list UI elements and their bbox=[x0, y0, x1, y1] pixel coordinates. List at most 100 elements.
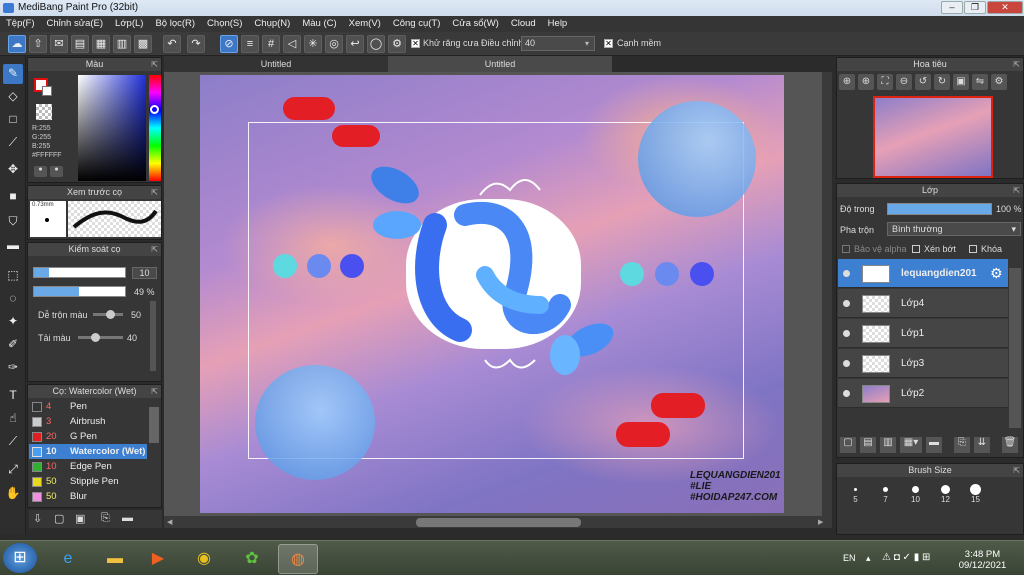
reset-view-icon[interactable]: ▣ bbox=[953, 74, 969, 90]
radial-snap-icon[interactable]: ✳ bbox=[304, 35, 322, 53]
hue-slider[interactable] bbox=[149, 75, 161, 181]
minimize-button[interactable]: – bbox=[941, 1, 963, 14]
fit-icon[interactable]: ⛶ bbox=[877, 74, 893, 90]
layer-row[interactable]: Lớp4 bbox=[838, 289, 1008, 318]
layer-row[interactable]: Lớp2 bbox=[838, 379, 1008, 408]
tray-icons[interactable]: ⚠ ◘ ✓ ▮ ⊞ bbox=[882, 552, 930, 563]
menu-layer[interactable]: Lớp(L) bbox=[109, 16, 149, 32]
parallel-snap-icon[interactable]: ≡ bbox=[241, 35, 259, 53]
menu-select[interactable]: Chọn(S) bbox=[201, 16, 248, 32]
brush-item-pen[interactable]: 4 Pen bbox=[29, 399, 147, 414]
expand-icon[interactable]: ⇱ bbox=[151, 243, 158, 256]
navigator-thumbnail[interactable] bbox=[873, 96, 993, 178]
expand-icon[interactable]: ⇱ bbox=[151, 58, 158, 71]
zoom-in-icon[interactable]: ⊕ bbox=[839, 74, 855, 90]
brush-item-airbrush[interactable]: 3 Airbrush bbox=[29, 414, 147, 429]
menu-edit[interactable]: Chỉnh sửa(E) bbox=[41, 16, 110, 32]
canvas-area[interactable]: LEQUANGDIEN201 #LIE #HOIDAP247.COM bbox=[164, 72, 832, 518]
perspective-snap-icon[interactable]: ◁ bbox=[283, 35, 301, 53]
expand-icon[interactable]: ⇱ bbox=[1013, 184, 1020, 197]
new-brush-icon[interactable]: ▢ bbox=[54, 512, 64, 525]
rectangle-tool-icon[interactable]: □ bbox=[3, 110, 23, 130]
swap-icon[interactable]: ● bbox=[50, 166, 63, 177]
adjust-input[interactable]: 40 bbox=[521, 36, 595, 51]
grid-snap-icon[interactable]: # bbox=[262, 35, 280, 53]
duplicate-layer-icon[interactable]: ⎘ bbox=[954, 437, 970, 453]
layer-blend-select[interactable]: Bình thường ▾ bbox=[887, 222, 1021, 236]
layer-row[interactable]: lequangdien201 ⚙ bbox=[838, 259, 1008, 288]
zoom-out-icon[interactable]: ⊖ bbox=[896, 74, 912, 90]
expand-icon[interactable]: ⇱ bbox=[1013, 58, 1020, 71]
brush-item-g-pen[interactable]: 20 G Pen bbox=[29, 429, 147, 444]
medibang-icon[interactable]: ◍ bbox=[278, 544, 318, 574]
file-explorer-icon[interactable]: ▬ bbox=[95, 544, 135, 574]
language-indicator[interactable]: EN bbox=[843, 553, 856, 563]
opacity-slider[interactable] bbox=[33, 286, 126, 297]
tray-expand-icon[interactable]: ▴ bbox=[866, 553, 871, 564]
eyedropper-tool-icon[interactable]: ⤢ bbox=[3, 460, 23, 480]
expand-icon[interactable]: ⇱ bbox=[151, 186, 158, 199]
chrome-icon[interactable]: ◉ bbox=[184, 544, 224, 574]
artwork[interactable]: LEQUANGDIEN201 #LIE #HOIDAP247.COM bbox=[200, 75, 784, 513]
select-pen-tool-icon[interactable]: ✐ bbox=[3, 335, 23, 355]
brush-size-option[interactable]: 15 bbox=[961, 480, 990, 532]
chevron-down-icon[interactable]: ▾ bbox=[585, 39, 589, 48]
menu-tools[interactable]: Công cụ(T) bbox=[387, 16, 447, 32]
rotate-right-icon[interactable]: ↻ bbox=[934, 74, 950, 90]
folder-icon[interactable]: ▬ bbox=[122, 512, 133, 524]
color-field[interactable] bbox=[78, 75, 146, 181]
merge-layer-icon[interactable]: ⇊ bbox=[974, 437, 990, 453]
brush-control-scrollbar[interactable] bbox=[150, 301, 156, 371]
layer-row[interactable]: Lớp1 bbox=[838, 319, 1008, 348]
redo-icon[interactable]: ↷ bbox=[187, 35, 205, 53]
document-icon[interactable]: ▦ bbox=[92, 35, 110, 53]
vertical-scrollbar[interactable] bbox=[822, 72, 832, 518]
folder-icon[interactable]: ▬ bbox=[926, 437, 942, 453]
comment-icon[interactable]: ✉ bbox=[50, 35, 68, 53]
expand-icon[interactable]: ⇱ bbox=[1013, 464, 1020, 477]
protect-alpha-checkbox[interactable] bbox=[842, 245, 850, 253]
page-icon[interactable]: ▤ bbox=[71, 35, 89, 53]
size-slider[interactable] bbox=[33, 267, 126, 278]
horizontal-scroll-thumb[interactable] bbox=[416, 518, 581, 527]
circle-snap-icon[interactable]: ◯ bbox=[367, 35, 385, 53]
layer-row[interactable]: Lớp3 bbox=[838, 349, 1008, 378]
new-layer-icon[interactable]: ▢ bbox=[840, 437, 856, 453]
horizontal-scrollbar[interactable]: ◀ ▶ bbox=[164, 516, 832, 528]
blend-slider[interactable] bbox=[93, 310, 123, 319]
brush-size-option[interactable]: 7 bbox=[871, 480, 900, 532]
visibility-icon[interactable] bbox=[843, 360, 850, 367]
brush-tool-icon[interactable]: ✎ bbox=[3, 64, 23, 84]
menu-snap[interactable]: Chụp(N) bbox=[248, 16, 296, 32]
visibility-icon[interactable] bbox=[843, 270, 850, 277]
close-button[interactable]: ✕ bbox=[987, 1, 1023, 14]
text-tool-icon[interactable]: T bbox=[3, 386, 23, 406]
select-tool-icon[interactable]: ⬚ bbox=[3, 266, 23, 286]
menu-cloud[interactable]: Cloud bbox=[505, 16, 542, 32]
panel-icon[interactable]: ▥ bbox=[113, 35, 131, 53]
new-8bit-layer-icon[interactable]: ▥ bbox=[880, 437, 896, 453]
lasso-tool-icon[interactable]: ◌ bbox=[3, 289, 23, 309]
background-color-swatch[interactable] bbox=[42, 86, 52, 96]
reload-slider[interactable] bbox=[78, 333, 123, 342]
size-value[interactable]: 10 bbox=[132, 267, 157, 279]
brush-item-edge-pen[interactable]: 10 Edge Pen bbox=[29, 459, 147, 474]
scroll-right-icon[interactable]: ▶ bbox=[818, 518, 823, 526]
menu-filter[interactable]: Bộ lọc(R) bbox=[149, 16, 201, 32]
visibility-icon[interactable] bbox=[843, 330, 850, 337]
brush-list-scrollbar[interactable] bbox=[149, 407, 159, 443]
rotate-left-icon[interactable]: ↺ bbox=[915, 74, 931, 90]
palette-icon[interactable]: ● bbox=[34, 166, 47, 177]
undo-icon[interactable]: ↶ bbox=[163, 35, 181, 53]
cloud-icon[interactable]: ☁ bbox=[8, 35, 26, 53]
share-icon[interactable]: ⇧ bbox=[29, 35, 47, 53]
gear-icon[interactable]: ⚙ bbox=[990, 265, 1003, 282]
brush-size-option[interactable]: 5 bbox=[841, 480, 870, 532]
menu-color[interactable]: Màu (C) bbox=[296, 16, 342, 32]
clip-checkbox[interactable] bbox=[912, 245, 920, 253]
select-eraser-tool-icon[interactable]: ✑ bbox=[3, 358, 23, 378]
hand-tool-icon[interactable]: ✋ bbox=[3, 484, 23, 504]
start-button[interactable]: ⊞ bbox=[3, 543, 37, 573]
transparent-swatch[interactable] bbox=[36, 104, 52, 120]
dot-tool-icon[interactable]: ⟋ bbox=[3, 133, 23, 153]
